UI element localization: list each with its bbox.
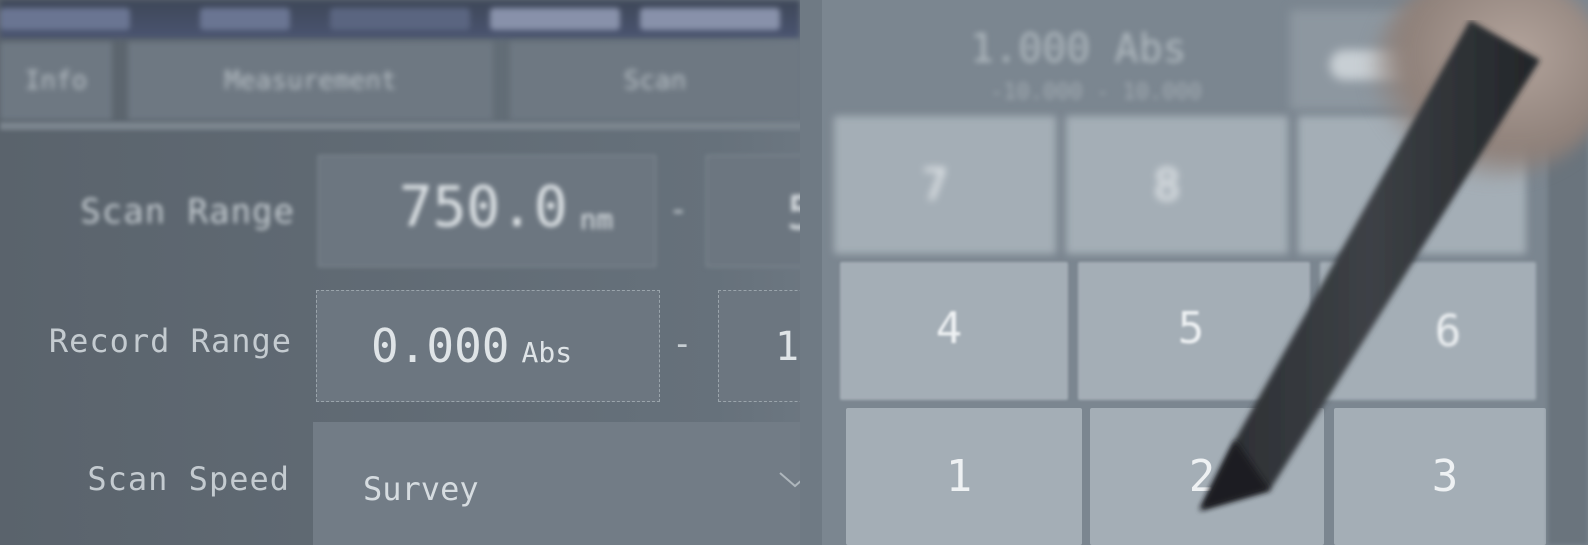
record-range-end-value: 1 bbox=[775, 324, 800, 370]
key-3[interactable]: 3 bbox=[1334, 408, 1546, 545]
tab-info[interactable]: Info bbox=[0, 42, 112, 120]
scan-range-start-unit: nm bbox=[579, 203, 614, 237]
keypad-display-value: 1.000 Abs bbox=[970, 26, 1187, 72]
key-4[interactable]: 4 bbox=[840, 262, 1068, 400]
key-4-label: 4 bbox=[935, 302, 963, 354]
scan-range-label: Scan Range bbox=[80, 192, 295, 232]
record-range-start-field[interactable]: 0.000 Abs bbox=[316, 290, 660, 402]
key-7[interactable]: 7 bbox=[834, 116, 1056, 254]
scan-range-start-value: 750.0 bbox=[399, 175, 568, 240]
tab-scan-label: Scan bbox=[623, 66, 687, 96]
record-range-start-unit: Abs bbox=[521, 336, 573, 370]
key-5-label: 5 bbox=[1177, 302, 1205, 354]
key-1[interactable]: 1 bbox=[846, 408, 1082, 545]
keypad-display: 1.000 Abs -10.000 - 10.000 bbox=[950, 10, 1280, 110]
screen: Info Measurement Scan Scan Range 750.0 n… bbox=[0, 0, 1588, 545]
key-5[interactable]: 5 bbox=[1078, 262, 1310, 400]
tab-measurement-label: Measurement bbox=[224, 66, 397, 96]
key-2[interactable]: 2 bbox=[1090, 408, 1324, 545]
scan-range-separator: - bbox=[668, 190, 689, 230]
key-2-label: 2 bbox=[1188, 451, 1216, 502]
keypad-edge bbox=[1548, 110, 1588, 545]
tab-scan[interactable]: Scan bbox=[510, 42, 800, 120]
record-range-start-value: 0.000 bbox=[371, 319, 510, 373]
record-range-label: Record Range bbox=[48, 322, 292, 360]
title-bar bbox=[0, 0, 800, 38]
key-7-label: 7 bbox=[921, 159, 949, 211]
key-3-label: 3 bbox=[1431, 451, 1459, 502]
scan-speed-selected: Survey bbox=[363, 469, 479, 508]
tab-measurement[interactable]: Measurement bbox=[128, 42, 493, 120]
scan-range-start-field[interactable]: 750.0 nm bbox=[318, 155, 656, 267]
tab-info-label: Info bbox=[24, 66, 88, 96]
key-1-label: 1 bbox=[945, 451, 973, 502]
tab-divider bbox=[0, 122, 820, 130]
scan-speed-label: Scan Speed bbox=[87, 460, 290, 498]
key-6[interactable]: 6 bbox=[1320, 262, 1536, 400]
key-8-label: 8 bbox=[1153, 159, 1181, 211]
key-9-label: 9 bbox=[1398, 159, 1426, 211]
key-6-label: 6 bbox=[1434, 305, 1462, 357]
scan-speed-dropdown[interactable]: Survey bbox=[313, 422, 818, 545]
key-8[interactable]: 8 bbox=[1066, 116, 1288, 254]
record-range-separator: - bbox=[672, 324, 693, 364]
keypad-range-hint: -10.000 - 10.000 bbox=[990, 80, 1202, 105]
